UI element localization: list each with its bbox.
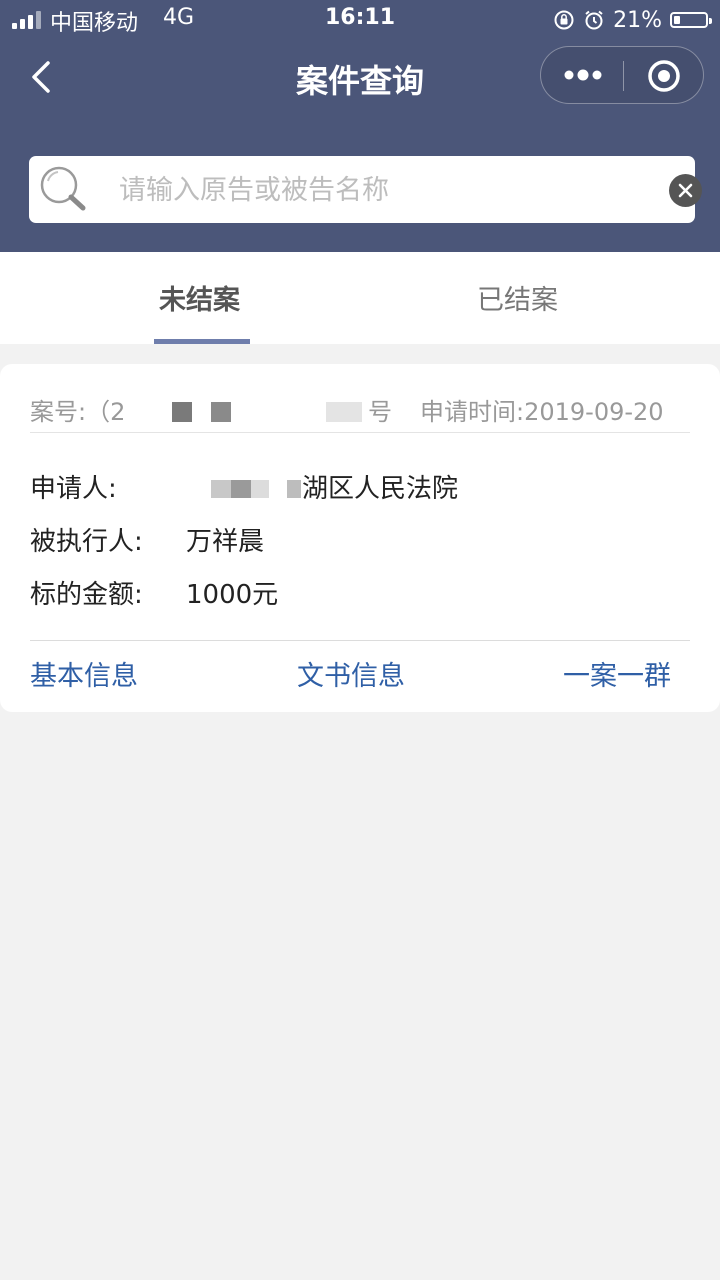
- search-icon: [40, 166, 86, 211]
- status-bar: 中国移动 4G 16:11 21%: [0, 0, 720, 40]
- active-tab-indicator: [154, 339, 250, 344]
- basic-info-link[interactable]: 基本信息: [30, 654, 138, 693]
- rotation-lock-icon: [554, 10, 574, 30]
- alarm-icon: [585, 10, 603, 30]
- clear-icon[interactable]: [669, 174, 702, 207]
- tab-open-cases[interactable]: 未结案: [159, 278, 240, 317]
- respondent-label: 被执行人:: [30, 527, 143, 557]
- tab-closed-cases[interactable]: 已结案: [477, 278, 558, 317]
- target-icon[interactable]: [647, 59, 681, 93]
- redaction-block: [287, 480, 301, 498]
- mini-program-capsule: [540, 46, 704, 104]
- card-divider: [30, 432, 690, 433]
- redaction-block: [211, 402, 231, 422]
- documents-link[interactable]: 文书信息: [297, 654, 405, 693]
- redaction-block: [172, 402, 192, 422]
- amount-label: 标的金额:: [30, 580, 143, 610]
- battery-icon: [670, 12, 712, 28]
- respondent-value: 万祥晨: [186, 527, 265, 557]
- search-box: [29, 156, 702, 223]
- app-header: 中国移动 4G 16:11 21% 案件查询: [0, 0, 720, 252]
- case-number-suffix: 号: [368, 398, 392, 426]
- apply-time: 申请时间:2019-09-20: [420, 398, 664, 426]
- battery-percent: 21%: [613, 7, 662, 33]
- applicant-label: 申请人:: [30, 474, 117, 504]
- nav-bar: 案件查询: [0, 40, 720, 116]
- redaction-block: [231, 480, 251, 498]
- redaction-block: [326, 402, 362, 422]
- case-status-tabs: 未结案 已结案: [0, 252, 720, 344]
- battery-fill: [674, 16, 680, 24]
- amount-value: 1000元: [186, 580, 279, 610]
- case-card[interactable]: 案号:（2 号 申请时间:2019-09-20 申请人: 湖区人民法院 被执行人…: [0, 364, 720, 712]
- search-input[interactable]: [117, 166, 621, 214]
- redaction-block: [251, 480, 269, 498]
- applicant-value: 湖区人民法院: [302, 474, 459, 504]
- more-icon[interactable]: [563, 63, 603, 87]
- redaction-block: [211, 480, 231, 498]
- card-divider: [30, 640, 690, 641]
- case-group-link[interactable]: 一案一群: [563, 654, 671, 693]
- case-number-prefix: 案号:（2: [30, 398, 126, 426]
- status-right-group: 21%: [553, 5, 712, 35]
